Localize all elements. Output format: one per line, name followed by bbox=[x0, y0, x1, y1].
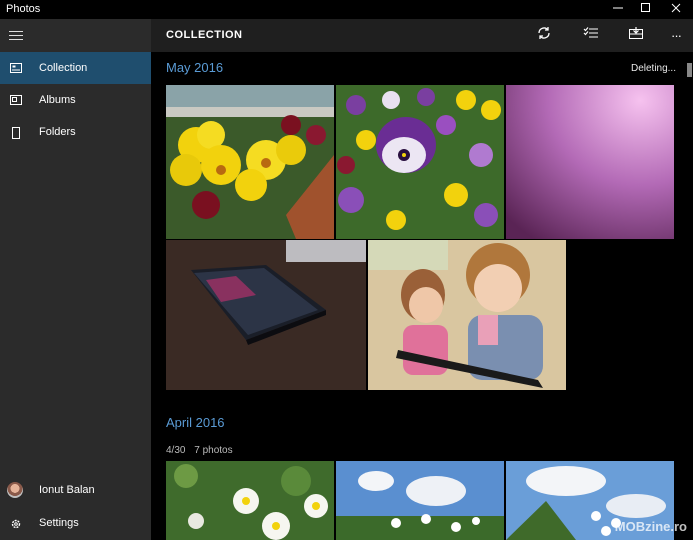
sidebar-item-collection[interactable]: Collection bbox=[0, 52, 151, 84]
scrollbar-thumb[interactable] bbox=[687, 63, 692, 77]
header-bar: COLLECTION ··· bbox=[151, 19, 693, 52]
hamburger-icon[interactable] bbox=[9, 31, 23, 41]
user-account[interactable]: Ionut Balan bbox=[0, 474, 151, 506]
select-button[interactable] bbox=[581, 26, 601, 44]
section-meta: 4/30 7 photos bbox=[166, 445, 233, 456]
albums-icon bbox=[10, 95, 22, 105]
collection-icon bbox=[10, 63, 22, 73]
more-icon: ··· bbox=[671, 27, 682, 43]
sidebar-item-label: Collection bbox=[39, 62, 88, 74]
more-button[interactable]: ··· bbox=[666, 26, 686, 44]
maximize-button[interactable] bbox=[631, 0, 661, 19]
close-icon bbox=[671, 3, 681, 16]
main-content: COLLECTION ··· May 2016 Deleting... Apri… bbox=[151, 19, 693, 540]
window-titlebar: Photos bbox=[0, 0, 693, 19]
sidebar-item-label: Settings bbox=[39, 517, 79, 529]
photo-tile[interactable] bbox=[506, 85, 674, 239]
refresh-icon bbox=[536, 25, 552, 46]
status-text: Deleting... bbox=[630, 63, 676, 74]
photo-tile[interactable] bbox=[336, 85, 504, 239]
gear-icon bbox=[10, 518, 22, 529]
minimize-icon bbox=[613, 3, 623, 16]
close-button[interactable] bbox=[661, 0, 691, 19]
sidebar-item-label: Folders bbox=[39, 126, 76, 138]
refresh-button[interactable] bbox=[534, 26, 554, 44]
select-icon bbox=[583, 26, 599, 45]
section-month[interactable]: May 2016 bbox=[166, 60, 223, 75]
sidebar-item-albums[interactable]: Albums bbox=[0, 84, 151, 116]
minimize-button[interactable] bbox=[603, 0, 633, 19]
maximize-icon bbox=[641, 3, 651, 16]
photo-tile[interactable] bbox=[336, 461, 504, 540]
photo-tile[interactable] bbox=[368, 240, 566, 390]
photo-tile[interactable] bbox=[166, 240, 366, 390]
watermark-text: MOBzine.ro bbox=[614, 519, 687, 534]
sidebar-item-settings[interactable]: Settings bbox=[0, 507, 151, 539]
sidebar-item-label: Albums bbox=[39, 94, 76, 106]
photo-tile[interactable] bbox=[166, 461, 334, 540]
folders-icon bbox=[10, 127, 22, 139]
photo-count: 7 photos bbox=[194, 445, 233, 456]
sidebar: Collection Albums Folders Ionut Balan Se… bbox=[0, 19, 151, 540]
section-date: 4/30 bbox=[166, 445, 186, 456]
app-title: Photos bbox=[6, 3, 41, 15]
user-name: Ionut Balan bbox=[39, 484, 95, 496]
section-month[interactable]: April 2016 bbox=[166, 415, 225, 430]
photo-tile[interactable] bbox=[166, 85, 334, 239]
sidebar-item-folders[interactable]: Folders bbox=[0, 116, 151, 148]
avatar bbox=[7, 482, 23, 498]
import-icon bbox=[628, 26, 644, 45]
import-button[interactable] bbox=[626, 26, 646, 44]
page-title: COLLECTION bbox=[166, 29, 243, 41]
